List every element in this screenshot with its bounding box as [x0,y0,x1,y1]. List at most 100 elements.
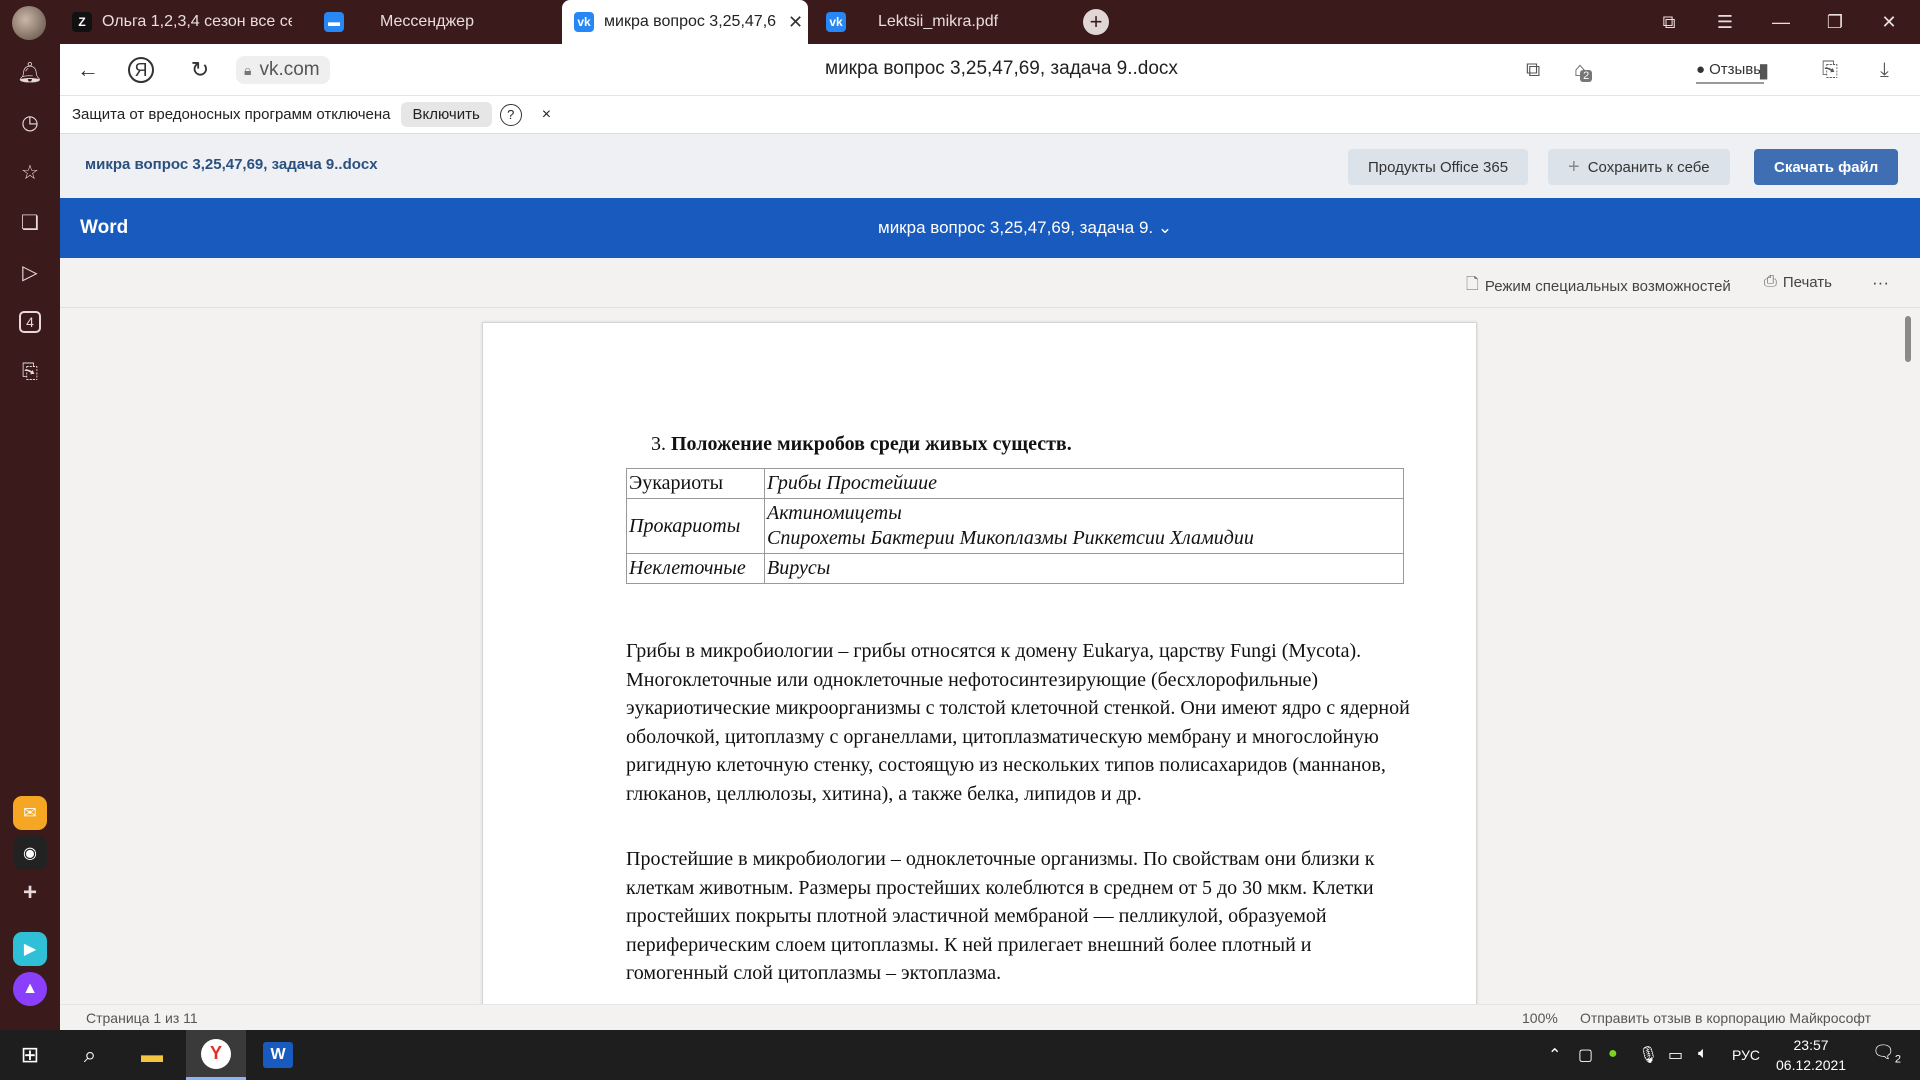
table-cell: Эукариоты [626,468,765,499]
extension-icon[interactable]: ⌂ 2 [1574,56,1593,84]
word-command-bar: 🗋 Режим специальных возможностей ⎙ Печат… [60,258,1920,308]
url-field[interactable]: 🔒︎ vk.com [236,56,330,84]
battery-icon[interactable]: ▭ [1668,1045,1683,1065]
word-app-bar: Word микра вопрос 3,25,47,69, задача 9. … [60,198,1920,258]
tab-close-icon[interactable]: ✕ [788,12,803,33]
send-feedback-link[interactable]: Отправить отзыв в корпорацию Майкрософт [1580,1010,1871,1026]
camera-icon[interactable]: ▢ [1578,1045,1593,1065]
screenshot-icon[interactable]: ⎘ [14,356,46,388]
vk-icon: vk [574,12,594,32]
url-text: vk.com [259,59,320,80]
table-cell: Грибы Простейшие [764,468,1404,499]
close-icon[interactable]: × [542,106,551,124]
enable-protection-button[interactable]: Включить [400,102,492,127]
mail-app-icon[interactable]: ✉ [13,796,47,830]
clock[interactable]: 23:57 06.12.2021 [1776,1035,1846,1075]
chat-bubble-icon: ● [1696,60,1706,78]
protection-warning-bar: Защита от вредоносных программ отключена… [60,96,1920,134]
address-bar: ← Я ↻ 🔒︎ vk.com микра вопрос 3,25,47,69,… [60,44,1920,96]
save-to-self-button[interactable]: + Сохранить к себе [1548,149,1730,185]
table-cell: Вирусы [764,553,1404,584]
table-row: Эукариоты Грибы Простейшие [626,468,1404,499]
table-row: Прокариоты Актиномицеты Спирохеты Бактер… [626,498,1404,554]
feedback-button[interactable]: ● Отзывы [1696,56,1765,84]
browser-tab-bar: Z Ольга 1,2,3,4 сезон все сер ▬ Мессендж… [0,0,1920,44]
document-viewport[interactable]: 3. Положение микробов среди живых сущест… [60,308,1920,1004]
tab-olga[interactable]: Z Ольга 1,2,3,4 сезон все сер [72,0,292,44]
profile-avatar[interactable] [12,6,46,40]
table-cell: Прокариоты [626,498,765,554]
star-icon[interactable]: ☆ [14,156,46,188]
minimize-icon[interactable]: — [1756,0,1806,44]
download-file-button[interactable]: Скачать файл [1754,149,1899,185]
messenger-icon: ▬ [324,12,344,32]
fungi-paragraph: Грибы в микробиологии – грибы относятся … [626,640,1410,805]
add-app-icon[interactable]: + [13,876,47,910]
play-icon[interactable]: ▷ [14,256,46,288]
tab-messenger[interactable]: ▬ Мессенджер [324,0,554,44]
yandex-icon[interactable]: Я [128,57,154,83]
accessibility-mode-button[interactable]: 🗋 Режим специальных возможностей [1466,273,1731,300]
bell-icon[interactable]: 🔔︎ [14,56,46,88]
file-explorer-icon[interactable]: ▬ [122,1030,182,1080]
back-icon[interactable]: ← [72,54,104,86]
copy-tab-icon[interactable]: ⧉ [1526,56,1540,84]
collections-icon[interactable]: ❏ [14,206,46,238]
close-window-icon[interactable]: ✕ [1864,0,1914,44]
office-header: микра вопрос 3,25,47,69, задача 9..docx … [60,134,1920,198]
more-options-button[interactable]: ··· [1872,273,1889,293]
apps-app-icon[interactable]: ◉ [13,836,47,870]
section-heading: 3. Положение микробов среди живых сущест… [651,433,1072,455]
tab-list-icon[interactable]: ⧉ [1644,0,1694,44]
document-page: 3. Положение микробов среди живых сущест… [482,322,1477,1004]
file-name: микра вопрос 3,25,47,69, задача 9..docx [85,156,378,173]
tab-lektsii-pdf[interactable]: vk Lektsii_mikra.pdf [826,0,1066,44]
browser-sidebar: 🔔︎ ◷ ☆ ❏ ▷ 4 ⎘ ✉ ◉ + ▶ ▲ [0,44,60,1030]
print-button[interactable]: ⎙ Печать [1764,273,1832,291]
scrollbar[interactable] [1905,316,1911,362]
notification-icon[interactable]: 🗨︎2 [1872,1042,1901,1066]
tab-title: Ольга 1,2,3,4 сезон все сер [102,13,292,30]
protection-message: Защита от вредоносных программ отключена [72,106,391,123]
lock-icon: 🔒︎ [244,61,252,78]
tray-expand-icon[interactable]: ⌃ [1548,1045,1561,1065]
help-icon[interactable]: ? [499,103,522,126]
windows-start-icon[interactable]: ⊞ [0,1030,60,1080]
download-icon[interactable]: ⤓ [1880,56,1889,84]
volume-icon[interactable]: 🔈︎ [1698,1045,1708,1063]
plus-icon: + [1568,155,1580,178]
reload-icon[interactable]: ↻ [184,54,216,86]
plus-tray-icon[interactable]: ● [1608,1045,1618,1063]
table-row: Неклеточные Вирусы [626,553,1404,584]
document-icon: 🗋 [1466,276,1479,293]
bookmark-icon[interactable]: ▮ [1758,56,1769,84]
windows-taskbar: ⊞ ⌕ ▬ Y W ⌃ ▢ ● 🎙︎ ▭ 🔈︎ РУС 23:57 06.12.… [0,1030,1920,1080]
page-indicator: Страница 1 из 11 [86,1010,198,1026]
search-icon[interactable]: ⌕ [60,1030,120,1080]
office-products-button[interactable]: Продукты Office 365 [1348,149,1529,185]
protozoa-paragraph: Простейшие в микробиологии – одноклеточн… [626,848,1375,984]
document-title-dropdown[interactable]: микра вопрос 3,25,47,69, задача 9. ⌄ [878,218,1172,238]
new-tab-button[interactable]: + [1083,9,1109,35]
tab-title: микра вопрос 3,25,47,6 [604,13,777,30]
tab-title: Lektsii_mikra.pdf [878,13,999,30]
microphone-icon[interactable]: 🎙︎ [1638,1045,1658,1065]
zoom-level[interactable]: 100% [1522,1010,1558,1026]
classification-table: Эукариоты Грибы Простейшие Прокариоты Ак… [626,468,1404,584]
yandex-browser-icon[interactable]: Y [186,1030,246,1080]
tab-title: Мессенджер [380,13,474,30]
z-favicon-icon: Z [72,12,92,32]
tab-mikra-docx[interactable]: vk микра вопрос 3,25,47,6 ✕ [562,0,808,44]
table-cell: Неклеточные [626,553,765,584]
history-icon[interactable]: ◷ [14,106,46,138]
language-indicator[interactable]: РУС [1732,1047,1760,1063]
restore-icon[interactable]: ❐ [1810,0,1860,44]
vk-icon: vk [826,12,846,32]
collections-icon[interactable]: ⎘ [1822,56,1838,84]
alice-app-icon[interactable]: ▲ [13,972,47,1006]
word-taskbar-icon[interactable]: W [248,1030,308,1080]
menu-icon[interactable]: ☰ [1700,0,1750,44]
messenger-app-icon[interactable]: ▶ [13,932,47,966]
counter-badge[interactable]: 4 [14,306,46,338]
table-cell: Актиномицеты Спирохеты Бактерии Микоплаз… [764,498,1404,554]
